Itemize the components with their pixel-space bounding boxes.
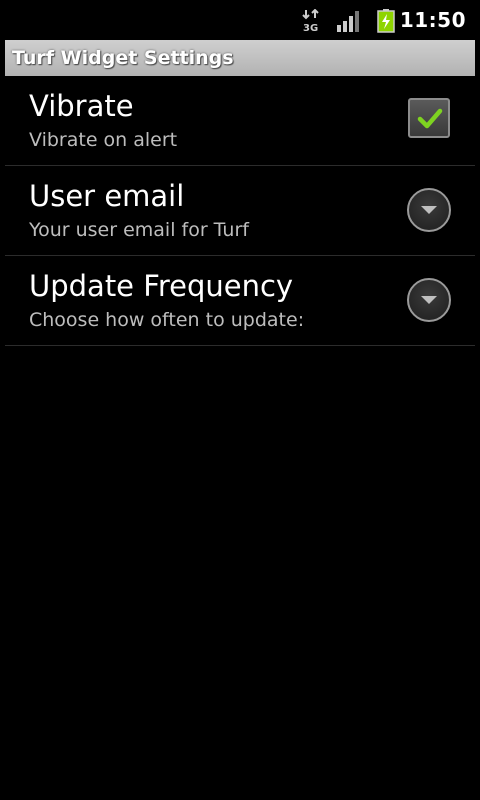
chevron-down-icon	[421, 296, 437, 304]
signal-bars-icon	[336, 9, 362, 33]
pref-summary: Vibrate on alert	[29, 129, 178, 151]
pref-item-vibrate[interactable]: Vibrate Vibrate on alert	[5, 76, 475, 166]
preferences-list: Vibrate Vibrate on alert User email Your…	[0, 76, 480, 346]
status-bar: 3G 11:50	[0, 0, 480, 38]
pref-title: Vibrate	[29, 89, 134, 123]
svg-text:3G: 3G	[303, 23, 318, 33]
status-clock: 11:50	[399, 8, 466, 32]
pref-summary: Choose how often to update:	[29, 309, 305, 331]
user-email-dropdown-button[interactable]	[407, 188, 451, 232]
vibrate-checkbox[interactable]	[408, 98, 450, 138]
update-frequency-dropdown-button[interactable]	[407, 278, 451, 322]
pref-summary: Your user email for Turf	[29, 219, 249, 241]
title-bar: Turf Widget Settings	[5, 40, 475, 76]
3g-data-arrows-icon: 3G	[301, 8, 323, 34]
chevron-down-icon	[421, 206, 437, 214]
battery-charging-icon	[376, 9, 396, 33]
page-title: Turf Widget Settings	[12, 47, 234, 69]
pref-title: Update Frequency	[29, 269, 294, 303]
pref-title: User email	[29, 179, 185, 213]
pref-item-update-frequency[interactable]: Update Frequency Choose how often to upd…	[5, 256, 475, 346]
checkmark-icon	[417, 108, 443, 129]
pref-item-user-email[interactable]: User email Your user email for Turf	[5, 166, 475, 256]
